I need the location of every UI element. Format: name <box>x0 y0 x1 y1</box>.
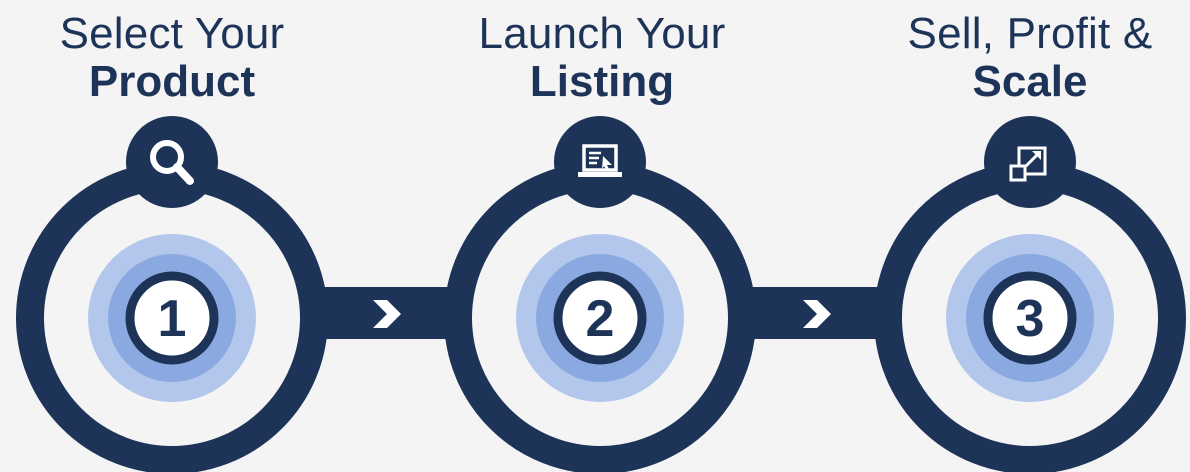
step-2: 2 <box>444 116 756 472</box>
step-2-icon-badge <box>554 116 646 208</box>
step-3-number: 3 <box>1016 290 1045 348</box>
step-3: 3 <box>874 116 1186 472</box>
process-diagram: 1 2 3 <box>16 116 1186 472</box>
step-1: 1 <box>16 116 328 472</box>
step-1-number: 1 <box>158 290 187 348</box>
connector-bar-1 <box>320 287 450 339</box>
step-1-icon-badge <box>126 116 218 208</box>
connector-bar-2 <box>750 287 880 339</box>
step-2-number: 2 <box>586 290 615 348</box>
